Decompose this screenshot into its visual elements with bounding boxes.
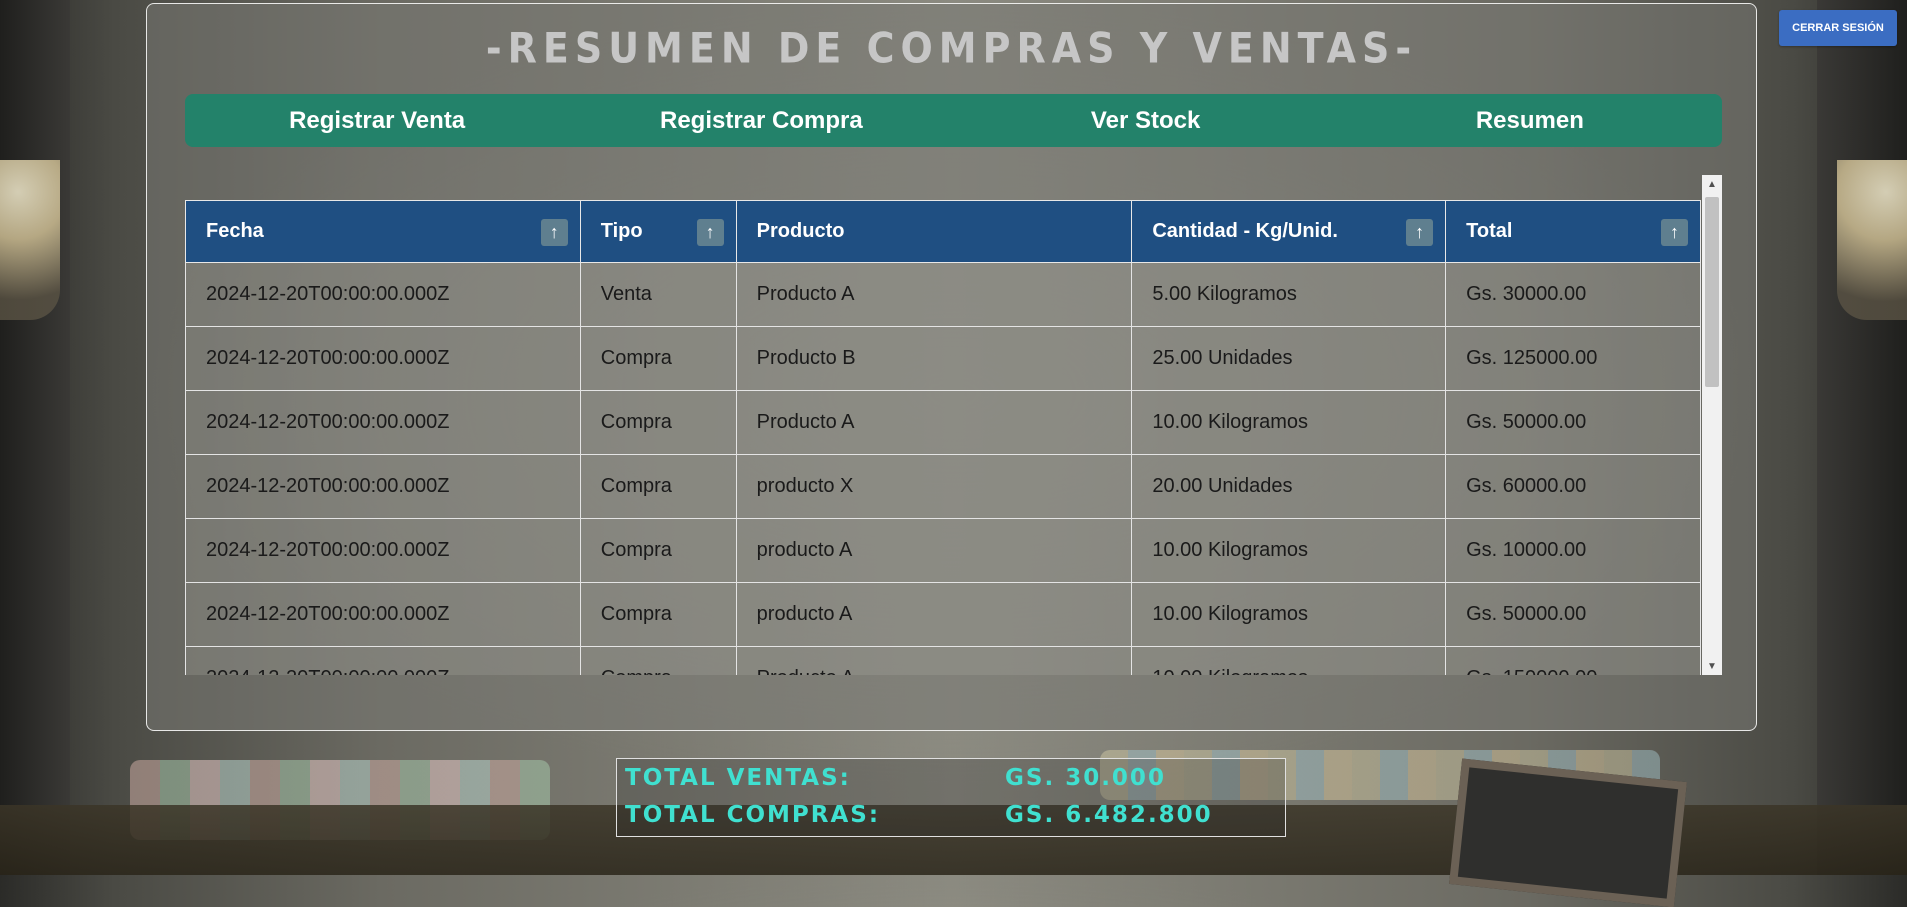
cell-producto: Producto B bbox=[735, 326, 1133, 391]
scroll-up-arrow-icon[interactable]: ▲ bbox=[1702, 175, 1722, 193]
cell-tipo: Compra bbox=[579, 646, 737, 675]
table-row: 2024-12-20T00:00:00.000Z Compra Producto… bbox=[185, 390, 1701, 455]
column-header-fecha: Fecha ↑ bbox=[185, 200, 581, 263]
cell-cantidad: 10.00 Kilogramos bbox=[1131, 646, 1447, 675]
cell-fecha: 2024-12-20T00:00:00.000Z bbox=[185, 326, 581, 391]
page-title: -RESUMEN DE COMPRAS Y VENTAS- bbox=[485, 23, 1418, 73]
table-row: 2024-12-20T00:00:00.000Z Compra Producto… bbox=[185, 326, 1701, 391]
nav-resumen[interactable]: Resumen bbox=[1338, 94, 1722, 147]
total-ventas-label: TOTAL VENTAS: bbox=[625, 765, 851, 791]
logout-button[interactable]: CERRAR SESIÓN bbox=[1779, 10, 1897, 46]
column-header-producto: Producto bbox=[735, 200, 1133, 263]
vertical-scrollbar[interactable]: ▲ ▼ bbox=[1702, 175, 1722, 675]
cell-total: Gs. 10000.00 bbox=[1445, 518, 1701, 583]
scrollbar-thumb[interactable] bbox=[1705, 197, 1719, 387]
nav-registrar-venta[interactable]: Registrar Venta bbox=[185, 94, 569, 147]
cell-producto: producto A bbox=[735, 582, 1133, 647]
transactions-table: Fecha ↑ Tipo ↑ Producto Cantidad - Kg/Un… bbox=[185, 200, 1701, 675]
cell-producto: Producto A bbox=[735, 646, 1133, 675]
total-compras-label: TOTAL COMPRAS: bbox=[625, 802, 881, 828]
background-lamp-left bbox=[0, 160, 60, 320]
table-row: 2024-12-20T00:00:00.000Z Compra Producto… bbox=[185, 646, 1701, 675]
main-nav: Registrar Venta Registrar Compra Ver Sto… bbox=[185, 94, 1722, 147]
cell-total: Gs. 150000.00 bbox=[1445, 646, 1701, 675]
table-scroll-area: Fecha ↑ Tipo ↑ Producto Cantidad - Kg/Un… bbox=[185, 175, 1702, 675]
column-header-label: Total bbox=[1466, 220, 1513, 242]
cell-tipo: Venta bbox=[579, 262, 737, 327]
column-header-label: Fecha bbox=[206, 220, 264, 242]
cell-tipo: Compra bbox=[579, 326, 737, 391]
cell-tipo: Compra bbox=[579, 454, 737, 519]
total-compras-value: GS. 6.482.800 bbox=[1005, 802, 1213, 828]
background-pillar-right bbox=[1817, 0, 1907, 875]
background-chalkboard bbox=[1449, 758, 1687, 907]
table-row: 2024-12-20T00:00:00.000Z Compra producto… bbox=[185, 582, 1701, 647]
cell-fecha: 2024-12-20T00:00:00.000Z bbox=[185, 454, 581, 519]
cell-fecha: 2024-12-20T00:00:00.000Z bbox=[185, 518, 581, 583]
cell-cantidad: 10.00 Kilogramos bbox=[1131, 518, 1447, 583]
column-header-label: Cantidad - Kg/Unid. bbox=[1152, 220, 1338, 242]
cell-cantidad: 10.00 Kilogramos bbox=[1131, 582, 1447, 647]
total-ventas-row: TOTAL VENTAS: GS. 30.000 bbox=[625, 765, 1166, 795]
cell-fecha: 2024-12-20T00:00:00.000Z bbox=[185, 582, 581, 647]
column-header-total: Total ↑ bbox=[1445, 200, 1701, 263]
column-header-tipo: Tipo ↑ bbox=[579, 200, 737, 263]
total-compras-row: TOTAL COMPRAS: GS. 6.482.800 bbox=[625, 802, 1213, 832]
cell-producto: producto A bbox=[735, 518, 1133, 583]
cell-cantidad: 25.00 Unidades bbox=[1131, 326, 1447, 391]
transactions-table-container[interactable]: Fecha ↑ Tipo ↑ Producto Cantidad - Kg/Un… bbox=[185, 175, 1722, 675]
cell-producto: producto X bbox=[735, 454, 1133, 519]
cell-producto: Producto A bbox=[735, 390, 1133, 455]
cell-total: Gs. 30000.00 bbox=[1445, 262, 1701, 327]
cell-fecha: 2024-12-20T00:00:00.000Z bbox=[185, 646, 581, 675]
cell-total: Gs. 50000.00 bbox=[1445, 390, 1701, 455]
summary-panel: -RESUMEN DE COMPRAS Y VENTAS- Registrar … bbox=[146, 3, 1757, 731]
cell-tipo: Compra bbox=[579, 582, 737, 647]
cell-tipo: Compra bbox=[579, 390, 737, 455]
table-header-row: Fecha ↑ Tipo ↑ Producto Cantidad - Kg/Un… bbox=[185, 200, 1701, 263]
background-lamp-right bbox=[1837, 160, 1907, 320]
nav-registrar-compra[interactable]: Registrar Compra bbox=[569, 94, 953, 147]
cell-total: Gs. 60000.00 bbox=[1445, 454, 1701, 519]
column-header-label: Tipo bbox=[600, 220, 643, 242]
cell-total: Gs. 50000.00 bbox=[1445, 582, 1701, 647]
table-row: 2024-12-20T00:00:00.000Z Compra producto… bbox=[185, 518, 1701, 583]
sort-arrow-up-icon[interactable]: ↑ bbox=[540, 219, 568, 246]
sort-arrow-up-icon[interactable]: ↑ bbox=[1406, 219, 1434, 246]
totals-box: TOTAL VENTAS: GS. 30.000 TOTAL COMPRAS: … bbox=[616, 758, 1286, 837]
background-pillar-left bbox=[0, 0, 70, 875]
cell-fecha: 2024-12-20T00:00:00.000Z bbox=[185, 390, 581, 455]
column-header-label: Producto bbox=[756, 220, 845, 242]
sort-arrow-up-icon[interactable]: ↑ bbox=[1661, 219, 1688, 246]
cell-fecha: 2024-12-20T00:00:00.000Z bbox=[185, 262, 581, 327]
cell-producto: Producto A bbox=[735, 262, 1133, 327]
table-row: 2024-12-20T00:00:00.000Z Compra producto… bbox=[185, 454, 1701, 519]
cell-cantidad: 10.00 Kilogramos bbox=[1131, 390, 1447, 455]
nav-ver-stock[interactable]: Ver Stock bbox=[954, 94, 1338, 147]
cell-tipo: Compra bbox=[579, 518, 737, 583]
table-row: 2024-12-20T00:00:00.000Z Venta Producto … bbox=[185, 262, 1701, 327]
cell-total: Gs. 125000.00 bbox=[1445, 326, 1701, 391]
total-ventas-value: GS. 30.000 bbox=[1005, 765, 1166, 791]
sort-arrow-up-icon[interactable]: ↑ bbox=[696, 219, 724, 246]
cell-cantidad: 20.00 Unidades bbox=[1131, 454, 1447, 519]
column-header-cantidad: Cantidad - Kg/Unid. ↑ bbox=[1131, 200, 1447, 263]
cell-cantidad: 5.00 Kilogramos bbox=[1131, 262, 1447, 327]
scroll-down-arrow-icon[interactable]: ▼ bbox=[1702, 657, 1722, 675]
